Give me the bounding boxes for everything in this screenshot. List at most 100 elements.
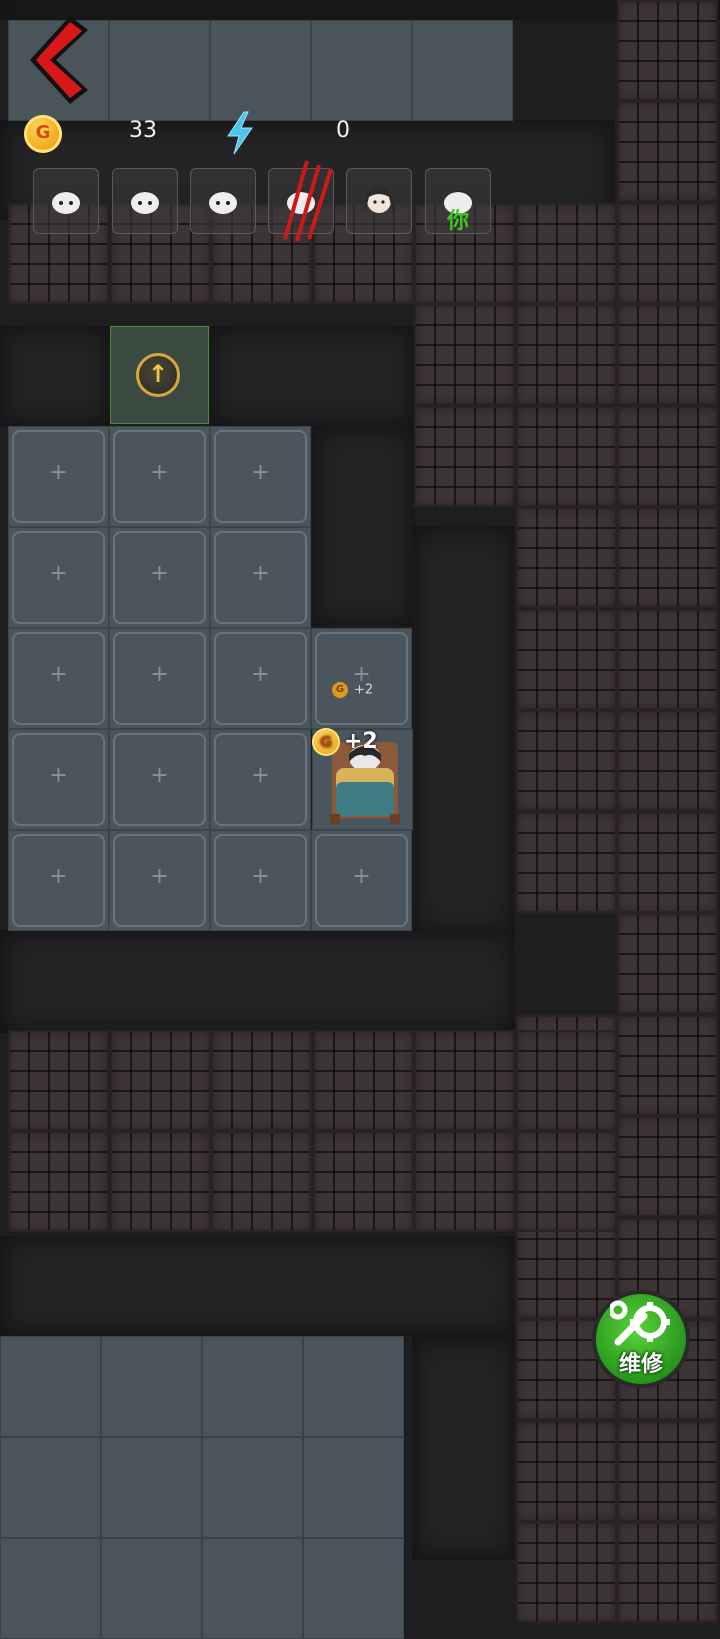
- wall-tile: [211, 1131, 312, 1232]
- wall-tile: [516, 1522, 617, 1623]
- build-slot[interactable]: [8, 527, 109, 628]
- floor-tile: [412, 20, 513, 121]
- build-slot[interactable]: [8, 830, 109, 931]
- floor-tile: [303, 1538, 404, 1639]
- corridor: [412, 526, 515, 934]
- back-arrow-icon: [30, 16, 88, 104]
- corridor: [0, 930, 515, 1033]
- income-float-big: G +2: [312, 728, 378, 756]
- build-slot[interactable]: [8, 426, 109, 527]
- corridor: [0, 1236, 515, 1336]
- wall-tile: [617, 101, 718, 202]
- floor-tile: [202, 1336, 303, 1437]
- ghost-face-icon: [131, 191, 159, 214]
- wall-tile: [617, 609, 718, 710]
- wall-tile: [617, 203, 718, 304]
- wall-tile: [110, 1131, 211, 1232]
- wall-tile: [414, 304, 515, 405]
- wall-tile: [313, 1030, 414, 1131]
- build-slot[interactable]: [8, 628, 109, 729]
- floor-tile: [101, 1437, 202, 1538]
- floor-tile: [210, 20, 311, 121]
- floor-tile: [303, 1336, 404, 1437]
- corridor: [210, 326, 415, 426]
- player-avatar-girl[interactable]: [346, 168, 412, 234]
- upgrade-button[interactable]: ↑: [136, 353, 180, 397]
- wall-tile: [617, 304, 718, 405]
- build-slot[interactable]: [210, 426, 311, 527]
- you-label: 你: [446, 209, 469, 234]
- wall-tile: [617, 507, 718, 608]
- coin-icon: G: [332, 682, 348, 698]
- energy-count: 0: [336, 118, 350, 143]
- wall-tile: [516, 1030, 617, 1131]
- wall-tile: [617, 812, 718, 913]
- income-small-text: +2: [354, 682, 374, 698]
- wall-tile: [8, 1131, 109, 1232]
- corridor: [312, 426, 415, 626]
- corridor: [412, 1336, 515, 1560]
- wrench-gear-icon: [610, 1300, 670, 1346]
- wall-tile: [516, 812, 617, 913]
- wall-tile: [110, 1030, 211, 1131]
- build-slot[interactable]: [210, 830, 311, 931]
- floor-tile: [101, 1538, 202, 1639]
- coin-count: 33: [129, 118, 157, 143]
- build-slot[interactable]: [109, 628, 210, 729]
- wall-tile: [617, 0, 718, 101]
- coin-icon: G: [312, 728, 340, 756]
- build-slot[interactable]: [109, 426, 210, 527]
- wall-tile: [414, 1030, 515, 1131]
- build-slot[interactable]: [210, 729, 311, 830]
- upgrade-arrow-icon: ↑: [147, 360, 169, 388]
- build-slot[interactable]: [109, 527, 210, 628]
- player-avatar-you[interactable]: 你: [425, 168, 491, 234]
- coin-icon: G: [24, 115, 62, 153]
- wall-tile: [516, 203, 617, 304]
- income-big-text: +2: [344, 729, 378, 754]
- repair-label: 维修: [618, 1352, 663, 1377]
- wall-tile: [516, 406, 617, 507]
- floor-tile: [101, 1336, 202, 1437]
- ghost-face-icon: [209, 191, 237, 214]
- player-avatar-1[interactable]: [33, 168, 99, 234]
- back-button[interactable]: [22, 10, 102, 110]
- build-slot[interactable]: [109, 830, 210, 931]
- build-slot[interactable]: [210, 628, 311, 729]
- wall-tile: [516, 609, 617, 710]
- wall-tile: [516, 304, 617, 405]
- build-slot[interactable]: [311, 830, 412, 931]
- wall-tile: [211, 1030, 312, 1131]
- wall-tile: [313, 1131, 414, 1232]
- floor-tile: [303, 1437, 404, 1538]
- wall-tile: [516, 710, 617, 811]
- floor-tile: [0, 1437, 101, 1538]
- floor-tile: [0, 1336, 101, 1437]
- build-slot[interactable]: [311, 628, 412, 729]
- player-avatar-2[interactable]: [112, 168, 178, 234]
- lightning-icon: [227, 111, 253, 155]
- build-slot[interactable]: [8, 729, 109, 830]
- wall-tile: [414, 1131, 515, 1232]
- build-slot[interactable]: [210, 527, 311, 628]
- floor-tile: [202, 1437, 303, 1538]
- wall-tile: [516, 1218, 617, 1319]
- wall-tile: [617, 1421, 718, 1522]
- wall-tile: [617, 1522, 718, 1623]
- girl-face-icon: [364, 187, 394, 213]
- wall-tile: [617, 1015, 718, 1116]
- claw-scratch-icon: [283, 160, 333, 242]
- repair-button[interactable]: 维修: [592, 1290, 690, 1388]
- wall-tile: [414, 406, 515, 507]
- wall-tile: [617, 913, 718, 1014]
- wall-tile: [617, 1116, 718, 1217]
- income-float-small: G +2: [332, 682, 373, 698]
- wall-tile: [617, 406, 718, 507]
- wall-tile: [617, 710, 718, 811]
- player-avatar-attacked[interactable]: [268, 160, 334, 242]
- wall-tile: [516, 1421, 617, 1522]
- player-avatar-3[interactable]: [190, 168, 256, 234]
- floor-tile: [202, 1538, 303, 1639]
- build-slot[interactable]: [109, 729, 210, 830]
- floor-tile: [311, 20, 412, 121]
